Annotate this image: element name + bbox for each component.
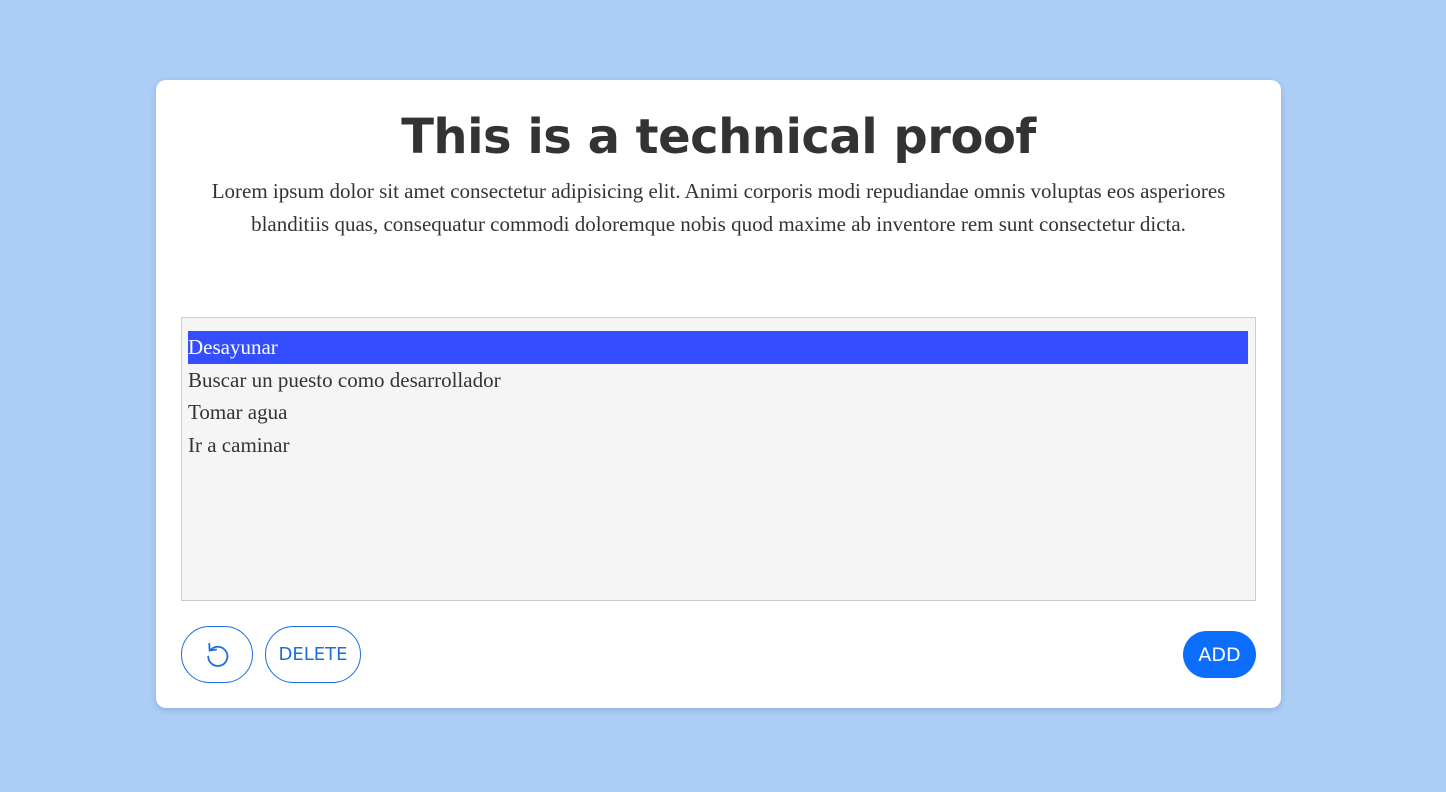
undo-button[interactable]: [181, 626, 253, 683]
list-item[interactable]: Buscar un puesto como desarrollador: [188, 364, 1248, 397]
list-item[interactable]: Tomar agua: [188, 396, 1248, 429]
todo-listbox[interactable]: Desayunar Buscar un puesto como desarrol…: [181, 317, 1256, 601]
add-button[interactable]: ADD: [1183, 631, 1256, 678]
page-title: This is a technical proof: [401, 109, 1036, 165]
list-item[interactable]: Desayunar: [188, 331, 1248, 364]
card: This is a technical proof Lorem ipsum do…: [156, 80, 1281, 708]
delete-button[interactable]: DELETE: [265, 626, 361, 683]
page-description: Lorem ipsum dolor sit amet consectetur a…: [211, 179, 1226, 236]
list-item[interactable]: Ir a caminar: [188, 429, 1248, 462]
undo-icon: [207, 642, 229, 667]
